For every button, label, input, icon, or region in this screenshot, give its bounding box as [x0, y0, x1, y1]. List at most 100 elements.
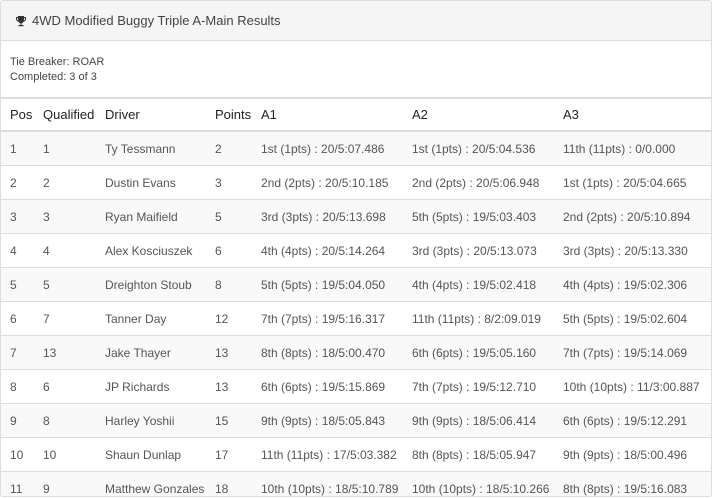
- cell-a2: 9th (9pts) : 18/5:06.414: [412, 403, 563, 438]
- cell-points: 13: [215, 335, 261, 370]
- results-table: Pos Qualified Driver Points A1 A2 A3 1 1…: [1, 97, 711, 496]
- cell-points: 2: [215, 131, 261, 166]
- cell-points: 6: [215, 233, 261, 268]
- cell-qualified: 8: [43, 403, 105, 438]
- table-row: 2 2 Dustin Evans 3 2nd (2pts) : 20/5:10.…: [1, 165, 711, 200]
- cell-a1: 1st (1pts) : 20/5:07.486: [261, 131, 412, 166]
- cell-qualified: 7: [43, 301, 105, 336]
- table-row: 4 4 Alex Kosciuszek 6 4th (4pts) : 20/5:…: [1, 233, 711, 268]
- cell-a2: 8th (8pts) : 18/5:05.947: [412, 437, 563, 472]
- cell-pos: 2: [1, 165, 43, 200]
- cell-a3: 6th (6pts) : 19/5:12.291: [563, 403, 711, 438]
- cell-a1: 2nd (2pts) : 20/5:10.185: [261, 165, 412, 200]
- cell-points: 13: [215, 369, 261, 404]
- cell-points: 15: [215, 403, 261, 438]
- trophy-icon: [16, 15, 26, 26]
- cell-qualified: 1: [43, 131, 105, 166]
- column-header-a2[interactable]: A2: [412, 97, 563, 132]
- table-row: 10 10 Shaun Dunlap 17 11th (11pts) : 17/…: [1, 437, 711, 472]
- cell-a2: 4th (4pts) : 19/5:02.418: [412, 267, 563, 302]
- cell-driver: Harley Yoshii: [105, 403, 215, 438]
- cell-driver: Jake Thayer: [105, 335, 215, 370]
- cell-qualified: 4: [43, 233, 105, 268]
- table-row: 5 5 Dreighton Stoub 8 5th (5pts) : 19/5:…: [1, 267, 711, 302]
- cell-a1: 3rd (3pts) : 20/5:13.698: [261, 199, 412, 234]
- cell-qualified: 3: [43, 199, 105, 234]
- cell-pos: 1: [1, 131, 43, 166]
- cell-qualified: 6: [43, 369, 105, 404]
- cell-qualified: 5: [43, 267, 105, 302]
- cell-driver: Matthew Gonzales: [105, 471, 215, 496]
- cell-qualified: 2: [43, 165, 105, 200]
- table-row: 3 3 Ryan Maifield 5 3rd (3pts) : 20/5:13…: [1, 199, 711, 234]
- cell-pos: 6: [1, 301, 43, 336]
- cell-driver: JP Richards: [105, 369, 215, 404]
- cell-a1: 10th (10pts) : 18/5:10.789: [261, 471, 412, 496]
- cell-points: 8: [215, 267, 261, 302]
- cell-qualified: 9: [43, 471, 105, 496]
- cell-a2: 11th (11pts) : 8/2:09.019: [412, 301, 563, 336]
- column-header-points[interactable]: Points: [215, 97, 261, 132]
- column-header-qualified[interactable]: Qualified: [43, 97, 105, 132]
- cell-points: 3: [215, 165, 261, 200]
- header-row: Pos Qualified Driver Points A1 A2 A3: [1, 97, 711, 132]
- cell-driver: Dreighton Stoub: [105, 267, 215, 302]
- cell-a1: 6th (6pts) : 19/5:15.869: [261, 369, 412, 404]
- cell-a3: 9th (9pts) : 18/5:00.496: [563, 437, 711, 472]
- cell-driver: Tanner Day: [105, 301, 215, 336]
- race-info: Tie Breaker: ROAR Completed: 3 of 3: [1, 41, 711, 97]
- cell-pos: 4: [1, 233, 43, 268]
- cell-a3: 7th (7pts) : 19/5:14.069: [563, 335, 711, 370]
- cell-points: 17: [215, 437, 261, 472]
- table-row: 6 7 Tanner Day 12 7th (7pts) : 19/5:16.3…: [1, 301, 711, 336]
- column-header-pos[interactable]: Pos: [1, 97, 43, 132]
- cell-a2: 5th (5pts) : 19/5:03.403: [412, 199, 563, 234]
- table-row: 11 9 Matthew Gonzales 18 10th (10pts) : …: [1, 471, 711, 496]
- cell-a2: 6th (6pts) : 19/5:05.160: [412, 335, 563, 370]
- cell-qualified: 13: [43, 335, 105, 370]
- cell-a1: 5th (5pts) : 19/5:04.050: [261, 267, 412, 302]
- cell-driver: Ryan Maifield: [105, 199, 215, 234]
- column-header-driver[interactable]: Driver: [105, 97, 215, 132]
- column-header-a1[interactable]: A1: [261, 97, 412, 132]
- cell-driver: Shaun Dunlap: [105, 437, 215, 472]
- cell-a2: 10th (10pts) : 18/5:10.266: [412, 471, 563, 496]
- cell-a1: 9th (9pts) : 18/5:05.843: [261, 403, 412, 438]
- cell-driver: Alex Kosciuszek: [105, 233, 215, 268]
- cell-a1: 11th (11pts) : 17/5:03.382: [261, 437, 412, 472]
- cell-pos: 11: [1, 471, 43, 496]
- cell-pos: 3: [1, 199, 43, 234]
- cell-a2: 1st (1pts) : 20/5:04.536: [412, 131, 563, 166]
- cell-driver: Ty Tessmann: [105, 131, 215, 166]
- cell-a2: 3rd (3pts) : 20/5:13.073: [412, 233, 563, 268]
- cell-a2: 7th (7pts) : 19/5:12.710: [412, 369, 563, 404]
- cell-pos: 7: [1, 335, 43, 370]
- cell-a1: 7th (7pts) : 19/5:16.317: [261, 301, 412, 336]
- cell-a3: 8th (8pts) : 19/5:16.083: [563, 471, 711, 496]
- table-row: 9 8 Harley Yoshii 15 9th (9pts) : 18/5:0…: [1, 403, 711, 438]
- column-header-a3[interactable]: A3: [563, 97, 711, 132]
- cell-pos: 9: [1, 403, 43, 438]
- results-panel: 4WD Modified Buggy Triple A-Main Results…: [0, 0, 712, 497]
- cell-a1: 8th (8pts) : 18/5:00.470: [261, 335, 412, 370]
- completed-text: Completed: 3 of 3: [10, 71, 97, 83]
- cell-pos: 8: [1, 369, 43, 404]
- table-row: 7 13 Jake Thayer 13 8th (8pts) : 18/5:00…: [1, 335, 711, 370]
- cell-pos: 10: [1, 437, 43, 472]
- cell-points: 18: [215, 471, 261, 496]
- cell-points: 5: [215, 199, 261, 234]
- table-row: 1 1 Ty Tessmann 2 1st (1pts) : 20/5:07.4…: [1, 131, 711, 166]
- cell-a2: 2nd (2pts) : 20/5:06.948: [412, 165, 563, 200]
- tie-breaker-text: Tie Breaker: ROAR: [10, 56, 105, 68]
- cell-a3: 11th (11pts) : 0/0.000: [563, 131, 711, 166]
- cell-points: 12: [215, 301, 261, 336]
- panel-title: 4WD Modified Buggy Triple A-Main Results: [32, 13, 281, 28]
- cell-a3: 1st (1pts) : 20/5:04.665: [563, 165, 711, 200]
- cell-a3: 5th (5pts) : 19/5:02.604: [563, 301, 711, 336]
- cell-a3: 4th (4pts) : 19/5:02.306: [563, 267, 711, 302]
- panel-heading: 4WD Modified Buggy Triple A-Main Results: [1, 1, 711, 41]
- cell-qualified: 10: [43, 437, 105, 472]
- cell-a3: 10th (10pts) : 11/3:00.887: [563, 369, 711, 404]
- cell-a3: 3rd (3pts) : 20/5:13.330: [563, 233, 711, 268]
- cell-driver: Dustin Evans: [105, 165, 215, 200]
